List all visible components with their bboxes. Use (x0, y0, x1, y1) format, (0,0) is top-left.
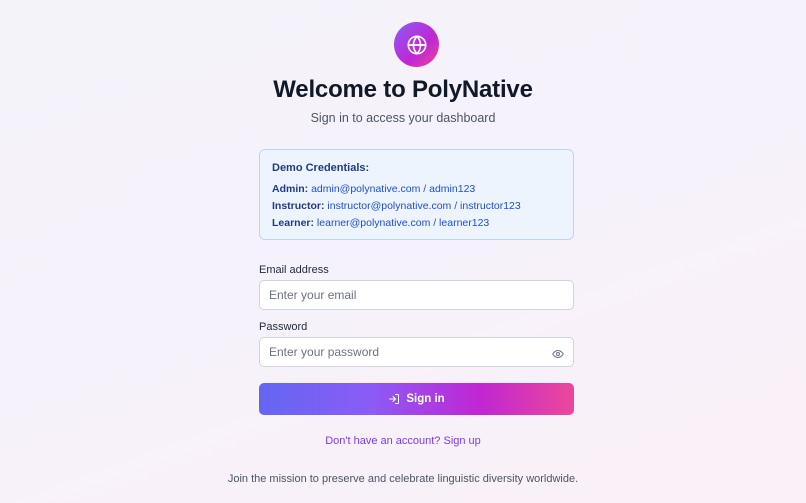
password-field[interactable] (269, 345, 564, 359)
mission-text: Join the mission to preserve and celebra… (227, 473, 579, 485)
demo-admin-label: Admin: (272, 183, 309, 195)
demo-instructor-line: Instructor: instructor@polynative.com / … (272, 198, 561, 215)
demo-instructor-label: Instructor: (272, 200, 325, 212)
sign-in-button[interactable]: Sign in (259, 383, 574, 415)
sign-in-icon (389, 394, 400, 404)
email-field-wrapper (259, 280, 574, 310)
demo-admin-value: admin@polynative.com / admin123 (308, 183, 476, 195)
demo-instructor-value: instructor@polynative.com / instructor12… (324, 200, 521, 212)
demo-credentials-heading: Demo Credentials: (272, 162, 370, 174)
demo-learner-line: Learner: learner@polynative.com / learne… (272, 215, 561, 232)
demo-admin-line: Admin: admin@polynative.com / admin123 (272, 181, 561, 198)
password-field-wrapper (259, 337, 574, 367)
sign-in-label: Sign in (406, 393, 445, 405)
demo-learner-value: learner@polynative.com / learner123 (314, 217, 490, 229)
sign-up-link[interactable]: Don't have an account? Sign up (0, 435, 806, 447)
demo-credentials-box: Demo Credentials: Admin: admin@polynativ… (259, 149, 574, 240)
demo-learner-label: Learner: (272, 217, 315, 229)
email-label: Email address (259, 264, 329, 276)
app-logo (394, 22, 439, 67)
email-field[interactable] (269, 288, 564, 302)
page-title: Welcome to PolyNative (273, 76, 533, 103)
eye-icon[interactable] (552, 347, 564, 365)
globe-icon (406, 34, 427, 55)
password-label: Password (259, 321, 308, 333)
page-subtitle: Sign in to access your dashboard (310, 111, 496, 125)
